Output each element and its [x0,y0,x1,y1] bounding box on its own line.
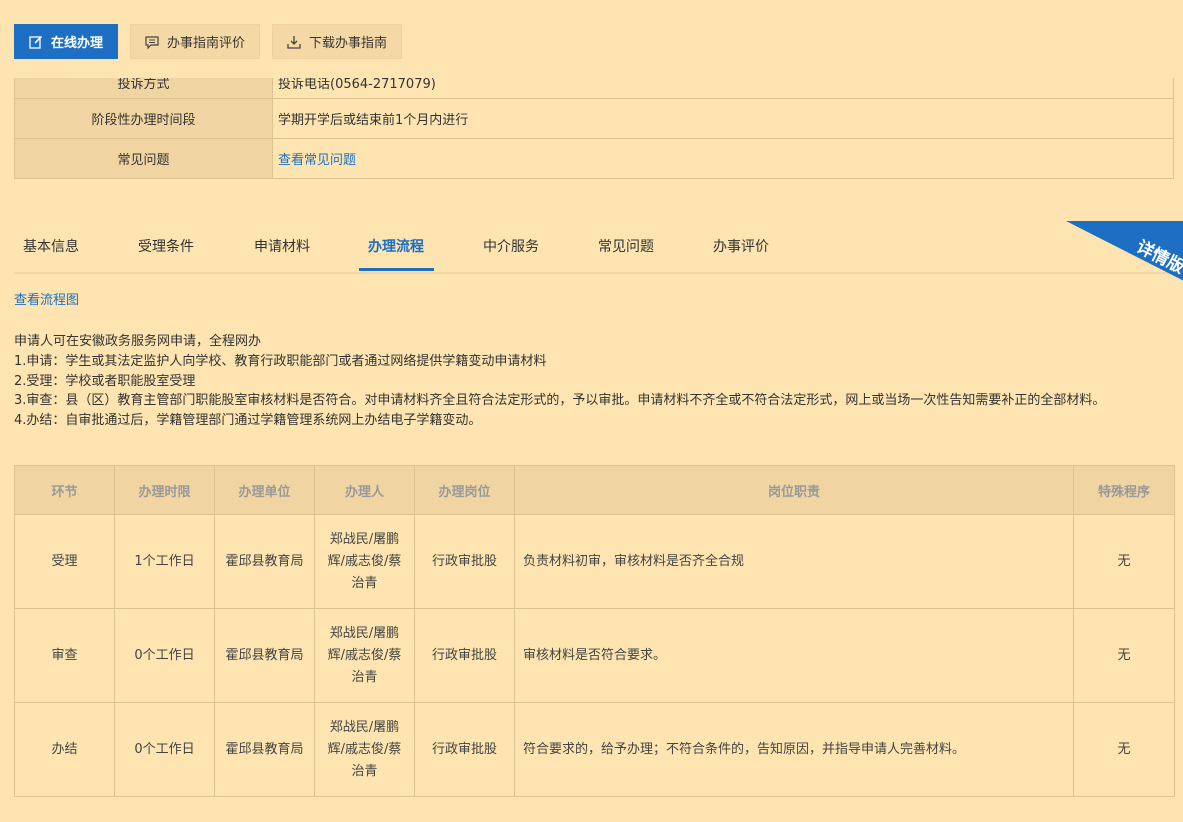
tab-faq[interactable]: 常见问题 [598,236,654,256]
info-value: 学期开学后或结束前1个月内进行 [272,98,1174,139]
info-table-wrap: 投诉方式 投诉电话(0564-2717079) 阶段性办理时间段 学期开学后或结… [14,66,1174,179]
tab-bar: 基本信息 受理条件 申请材料 办理流程 中介服务 常见问题 办事评价 [14,222,1174,274]
info-label: 常见问题 [14,138,273,179]
download-guide-button[interactable]: 下载办事指南 [272,24,403,59]
cell-step: 审查 [14,608,115,703]
cell-duty: 审核材料是否符合要求。 [514,608,1074,703]
description-line: 1.申请：学生或其法定监护人向学校、教育行政职能部门或者通过网络提供学籍变动申请… [14,353,547,369]
online-apply-button[interactable]: 在线办理 [14,24,119,59]
cell-step: 受理 [14,514,115,609]
evaluate-guide-label: 办事指南评价 [167,36,246,51]
table-row: 办结 0个工作日 霍邱县教育局 郑战民/屠鹏辉/戚志俊/蔡治青 行政审批股 符合… [14,702,1175,797]
description-line: 2.受理：学校或者职能股室受理 [14,373,196,389]
download-icon [287,35,301,49]
cell-limit: 0个工作日 [114,608,215,703]
cell-special: 无 [1073,514,1175,609]
process-table: 环节 办理时限 办理单位 办理人 办理岗位 岗位职责 特殊程序 受理 1个工作日… [14,465,1175,797]
cell-unit: 霍邱县教育局 [214,702,315,797]
cell-post: 行政审批股 [414,608,515,703]
comment-icon [145,35,159,49]
cell-unit: 霍邱县教育局 [214,608,315,703]
header-step: 环节 [14,465,115,515]
description-line: 3.审查：县（区）教育主管部门职能股室审核材料是否符合。对申请材料齐全且符合法定… [14,393,1106,409]
tab-acceptance-conditions[interactable]: 受理条件 [138,236,194,256]
cell-unit: 霍邱县教育局 [214,514,315,609]
cell-duty: 符合要求的，给予办理；不符合条件的，告知原因，并指导申请人完善材料。 [514,702,1074,797]
faq-link[interactable]: 查看常见问题 [278,153,356,168]
description-line: 申请人可在安徽政务服务网申请，全程网办 [14,334,262,349]
evaluate-guide-button[interactable]: 办事指南评价 [130,24,261,59]
tab-process[interactable]: 办理流程 [368,236,424,256]
view-flowchart-link[interactable]: 查看流程图 [14,289,79,308]
header-unit: 办理单位 [214,465,315,515]
header-post: 办理岗位 [414,465,515,515]
edit-icon [29,35,43,49]
process-table-header: 环节 办理时限 办理单位 办理人 办理岗位 岗位职责 特殊程序 [14,465,1175,515]
tab-application-materials[interactable]: 申请材料 [254,236,310,256]
cell-step: 办结 [14,702,115,797]
cell-special: 无 [1073,702,1175,797]
description-line: 4.办结：自审批通过后，学籍管理部门通过学籍管理系统网上办结电子学籍变动。 [14,413,482,429]
cell-person: 郑战民/屠鹏辉/戚志俊/蔡治青 [314,514,415,609]
download-guide-label: 下载办事指南 [309,36,388,51]
tab-agency-service[interactable]: 中介服务 [483,236,539,256]
cell-special: 无 [1073,608,1175,703]
cell-person: 郑战民/屠鹏辉/戚志俊/蔡治青 [314,702,415,797]
cell-duty: 负责材料初审，审核材料是否齐全合规 [514,514,1074,609]
tab-evaluation[interactable]: 办事评价 [713,236,769,256]
info-value-cell: 查看常见问题 [272,138,1174,179]
header-limit: 办理时限 [114,465,215,515]
header-duty: 岗位职责 [514,465,1074,515]
header-special: 特殊程序 [1073,465,1175,515]
cell-limit: 0个工作日 [114,702,215,797]
detail-version-ribbon: 详情版 [1066,221,1183,281]
process-description: 申请人可在安徽政务服务网申请，全程网办 1.申请：学生或其法定监护人向学校、教育… [14,332,1174,431]
tab-basic-info[interactable]: 基本信息 [23,236,79,256]
online-apply-label: 在线办理 [51,36,104,51]
table-row: 受理 1个工作日 霍邱县教育局 郑战民/屠鹏辉/戚志俊/蔡治青 行政审批股 负责… [14,514,1175,609]
info-label: 阶段性办理时间段 [14,98,273,139]
cell-post: 行政审批股 [414,702,515,797]
cell-post: 行政审批股 [414,514,515,609]
cell-person: 郑战民/屠鹏辉/戚志俊/蔡治青 [314,608,415,703]
header-person: 办理人 [314,465,415,515]
info-table: 投诉方式 投诉电话(0564-2717079) 阶段性办理时间段 学期开学后或结… [14,66,1174,179]
table-row: 审查 0个工作日 霍邱县教育局 郑战民/屠鹏辉/戚志俊/蔡治青 行政审批股 审核… [14,608,1175,703]
info-row: 阶段性办理时间段 学期开学后或结束前1个月内进行 [14,98,1174,139]
info-row: 常见问题 查看常见问题 [14,138,1174,179]
action-bar: 在线办理 办事指南评价 下载办事指南 [14,24,403,60]
active-tab-underline [359,268,434,271]
cell-limit: 1个工作日 [114,514,215,609]
